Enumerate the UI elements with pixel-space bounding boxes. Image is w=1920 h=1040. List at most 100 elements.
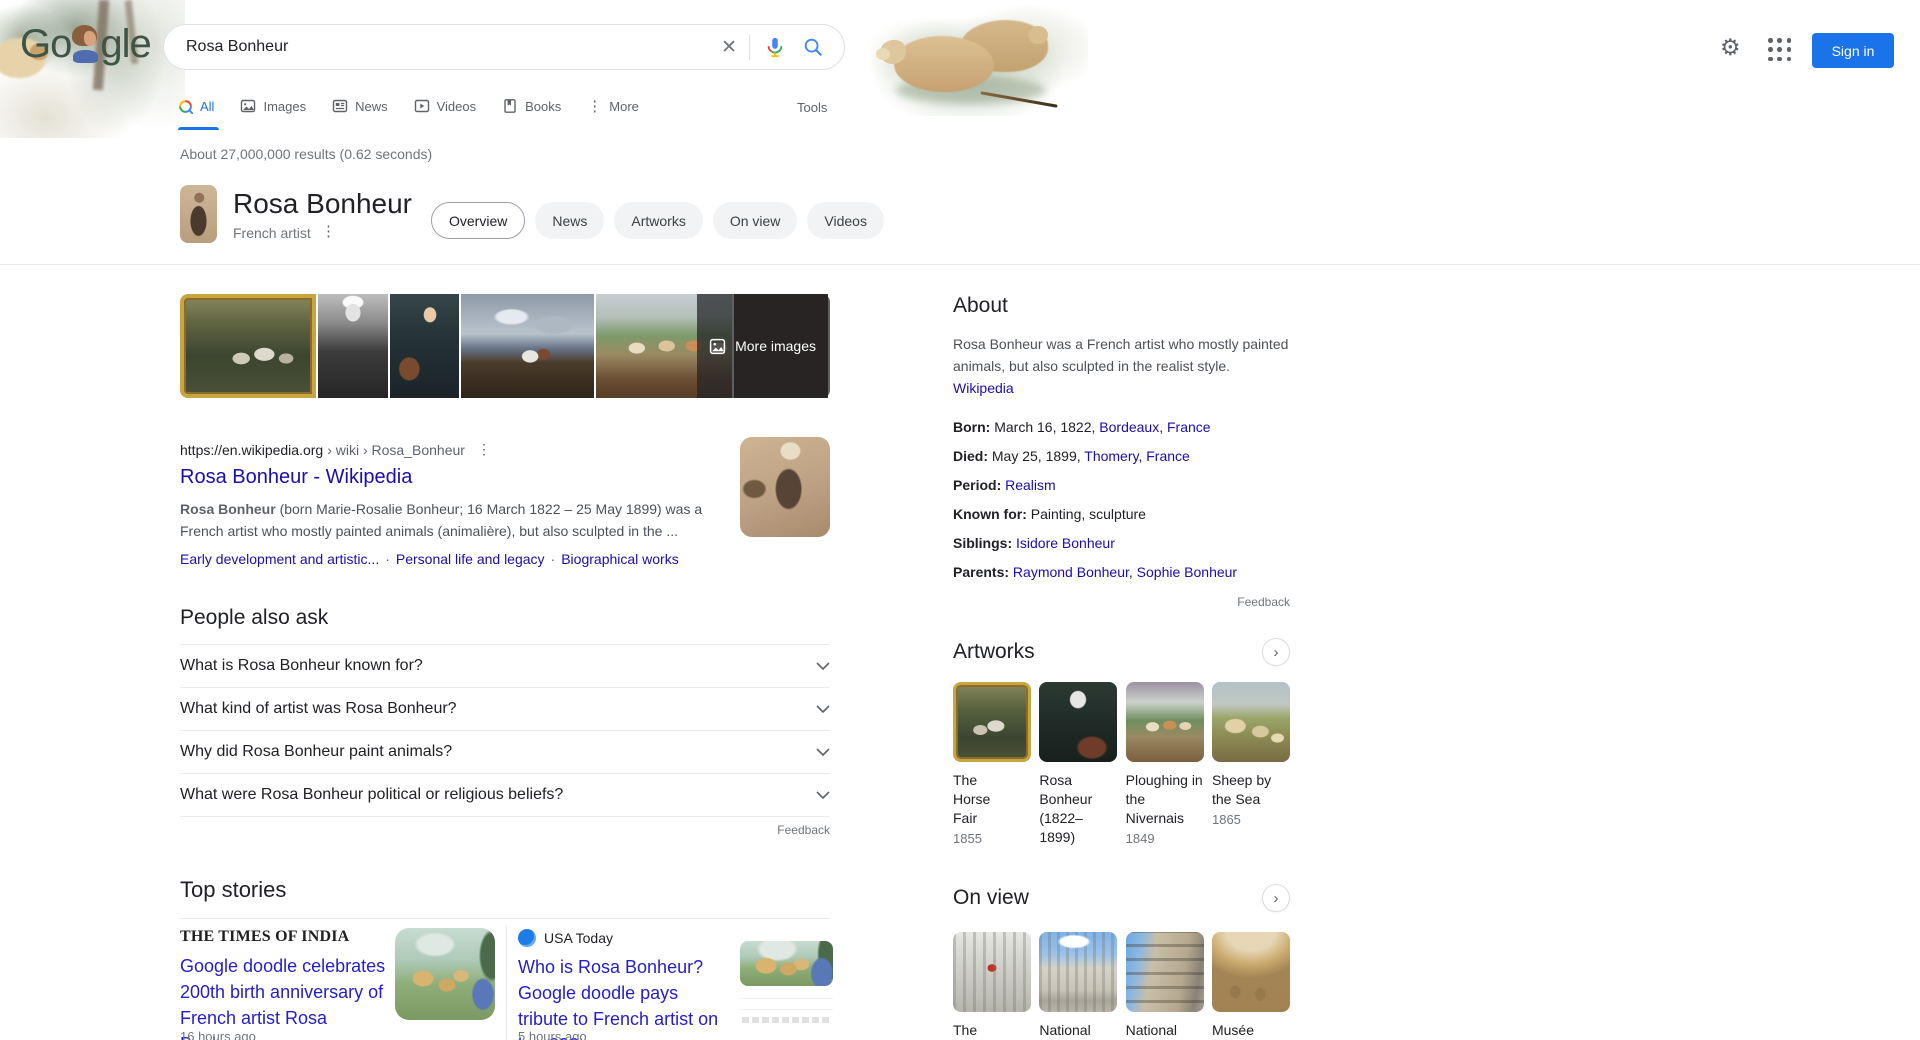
about-description: Rosa Bonheur was a French artist who mos… — [953, 333, 1293, 377]
more-images-button[interactable]: More images — [697, 294, 830, 398]
artwork-card[interactable]: Sheep by the Sea 1865 — [1212, 682, 1290, 850]
fact-label: Died: — [953, 448, 988, 464]
fact-link[interactable]: Realism — [1005, 477, 1056, 493]
organic-result-wikipedia: https://en.wikipedia.org › wiki › Rosa_B… — [180, 441, 830, 567]
tools-button[interactable]: Tools — [797, 100, 827, 115]
tab-news[interactable]: News — [332, 98, 388, 114]
people-also-ask: People also ask What is Rosa Bonheur kno… — [180, 606, 830, 837]
google-doodle-logo[interactable]: Gogle — [20, 22, 151, 67]
chevron-right-button[interactable]: › — [1262, 884, 1290, 912]
museum-card[interactable]: The — [953, 932, 1031, 1040]
clear-icon[interactable]: ✕ — [715, 36, 749, 59]
chip-videos[interactable]: Videos — [807, 202, 884, 239]
result-thumbnail[interactable] — [740, 437, 830, 537]
museum-image-musee-dorsay — [1212, 932, 1290, 1012]
entity-avatar[interactable] — [180, 185, 217, 243]
sign-in-button[interactable]: Sign in — [1812, 33, 1894, 68]
story-thumbnail[interactable] — [395, 928, 495, 1020]
sitelink-2[interactable]: Personal life and legacy — [396, 551, 545, 567]
paa-question-row[interactable]: What were Rosa Bonheur political or reli… — [180, 774, 830, 817]
paa-feedback-link[interactable]: Feedback — [180, 823, 830, 837]
strip-image-portrait-photo[interactable] — [318, 294, 388, 398]
paa-question-row[interactable]: What kind of artist was Rosa Bonheur? — [180, 688, 830, 731]
divider — [0, 264, 1920, 265]
paa-question-row[interactable]: What is Rosa Bonheur known for? — [180, 645, 830, 688]
museum-card[interactable]: National — [1126, 932, 1204, 1040]
fact-text: May 25, 1899, — [992, 448, 1081, 464]
fact-list: Born: March 16, 1822, Bordeaux, France D… — [953, 419, 1298, 581]
strip-image-horse-fair[interactable] — [180, 294, 316, 398]
sitelink-3[interactable]: Biographical works — [561, 551, 679, 567]
search-submit-icon[interactable] — [802, 36, 824, 58]
story-card[interactable]: USA Today Who is Rosa Bonheur? Google do… — [518, 928, 730, 1040]
fact-link[interactable]: Sophie Bonheur — [1137, 564, 1237, 580]
source-logo-times-of-india: THE TIMES OF INDIA — [180, 928, 390, 946]
google-apps-icon[interactable] — [1768, 38, 1792, 62]
tab-images[interactable]: Images — [240, 98, 306, 114]
artwork-card[interactable]: Ploughing in the Nivernais 1849 — [1126, 682, 1204, 850]
tab-books[interactable]: Books — [502, 98, 561, 114]
more-dots-icon: ⋮ — [587, 97, 602, 115]
fact-siblings: Siblings: Isidore Bonheur — [953, 535, 1298, 552]
tab-images-label: Images — [263, 99, 306, 114]
chevron-down-icon — [816, 791, 830, 800]
logo-text-pre: Go — [20, 22, 71, 66]
result-title-link[interactable]: Rosa Bonheur - Wikipedia — [180, 466, 740, 489]
museum-card[interactable]: National — [1039, 932, 1117, 1040]
artwork-card[interactable]: The Horse Fair 1855 — [953, 682, 1031, 850]
strip-image-ploughing[interactable] — [461, 294, 594, 398]
story-headline[interactable]: Who is Rosa Bonheur? Google doodle pays … — [518, 954, 730, 1040]
artwork-card[interactable]: Rosa Bonheur (1822–1899) — [1039, 682, 1117, 850]
museum-image-national-gallery — [1039, 932, 1117, 1012]
tab-books-label: Books — [525, 99, 561, 114]
tab-all[interactable]: All — [178, 99, 214, 114]
story-card[interactable]: THE TIMES OF INDIA Google doodle celebra… — [180, 928, 390, 1040]
fact-parents: Parents: Raymond Bonheur, Sophie Bonheur — [953, 564, 1298, 581]
tab-news-label: News — [355, 99, 388, 114]
museum-card[interactable]: Musée — [1212, 932, 1290, 1040]
wikipedia-link[interactable]: Wikipedia — [953, 380, 1014, 396]
fact-label: Known for: — [953, 506, 1027, 522]
chip-on-view[interactable]: On view — [713, 202, 798, 239]
entity-chips: Overview News Artworks On view Videos — [431, 202, 884, 239]
result-breadcrumb: › wiki › Rosa_Bonheur — [327, 442, 465, 458]
artwork-title: Sheep by the Sea — [1212, 771, 1274, 809]
doodle-sheep-painting — [868, 4, 1088, 116]
chip-overview[interactable]: Overview — [431, 202, 525, 239]
chevron-down-icon — [816, 748, 830, 757]
chip-news[interactable]: News — [535, 202, 604, 239]
tab-videos-label: Videos — [437, 99, 477, 114]
chip-artworks[interactable]: Artworks — [614, 202, 702, 239]
on-view-section: On view › The National National Musée — [953, 884, 1290, 1040]
entity-menu-icon[interactable]: ⋮ — [321, 222, 336, 240]
story-headline[interactable]: Google doodle celebrates 200th birth ann… — [180, 953, 390, 1040]
fact-link[interactable]: Thomery, France — [1084, 448, 1190, 464]
paa-question: What were Rosa Bonheur political or reli… — [180, 786, 563, 804]
mic-icon[interactable] — [764, 36, 786, 58]
rosa-bonheur-portrait-icon — [71, 25, 100, 63]
paa-question: Why did Rosa Bonheur paint animals? — [180, 743, 452, 761]
fact-link[interactable]: Bordeaux, France — [1099, 419, 1210, 435]
fact-link[interactable]: Raymond Bonheur — [1013, 564, 1129, 580]
chevron-right-button[interactable]: › — [1262, 638, 1290, 666]
top-stories-heading: Top stories — [180, 877, 830, 903]
about-heading: About — [953, 294, 1298, 318]
artwork-year: 1865 — [1212, 812, 1290, 827]
search-input[interactable] — [186, 38, 715, 56]
paa-question-row[interactable]: Why did Rosa Bonheur paint animals? — [180, 731, 830, 774]
tab-more-label: More — [609, 99, 639, 114]
about-feedback-link[interactable]: Feedback — [953, 595, 1290, 609]
tab-more[interactable]: ⋮ More — [587, 97, 639, 115]
story-thumbnail[interactable] — [740, 941, 833, 986]
result-sitelinks: Early development and artistic...·Person… — [180, 551, 830, 567]
fact-link[interactable]: Isidore Bonheur — [1016, 535, 1115, 551]
sitelink-1[interactable]: Early development and artistic... — [180, 551, 379, 567]
artwork-title: The Horse Fair — [953, 771, 1017, 828]
tab-videos[interactable]: Videos — [414, 98, 477, 114]
result-menu-icon[interactable]: ⋮ — [477, 441, 491, 458]
strip-image-portrait-with-calf[interactable] — [390, 294, 459, 398]
search-bar[interactable]: ✕ — [163, 24, 845, 70]
divider — [740, 998, 833, 999]
source-name: USA Today — [544, 930, 613, 946]
settings-gear-icon[interactable]: ⚙ — [1720, 36, 1741, 59]
